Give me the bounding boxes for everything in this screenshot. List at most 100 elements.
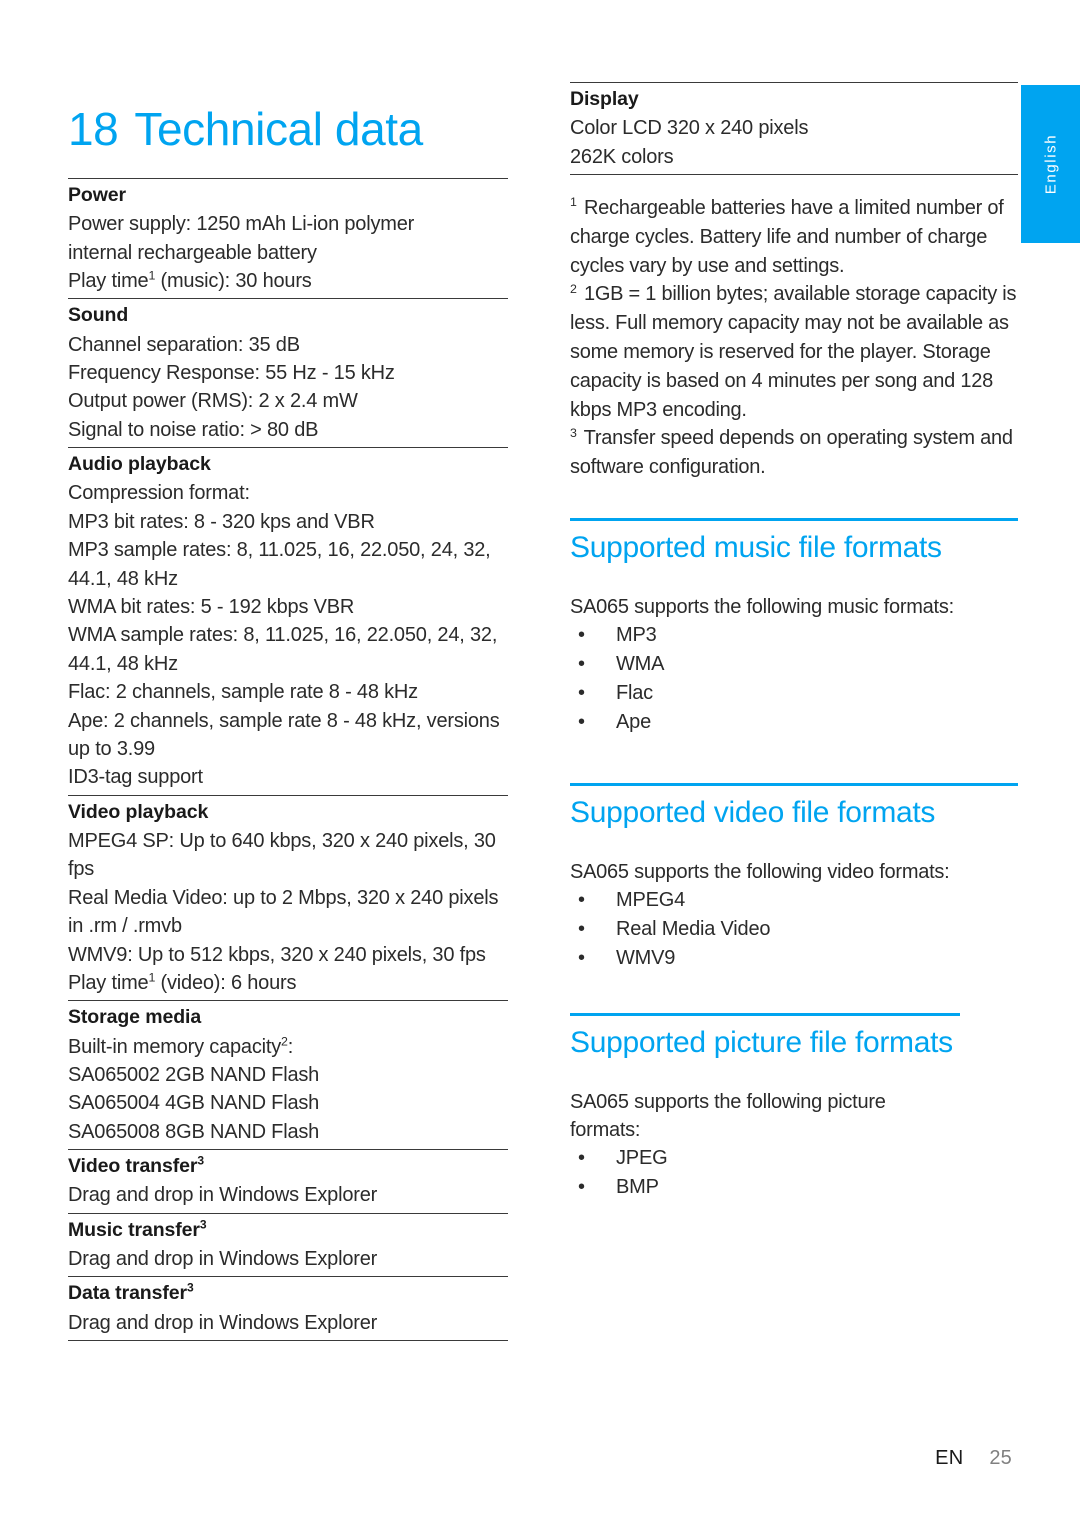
spec-block-video-playback: Video playback MPEG4 SP: Up to 640 kbps, … [68, 794, 508, 1001]
bullet-icon: • [578, 682, 585, 704]
list-item: • WMA [570, 650, 1018, 679]
format-list: • JPEG • BMP [570, 1144, 960, 1202]
section-title: Supported video file formats [570, 796, 936, 829]
language-side-tab: English [1021, 85, 1080, 243]
footnotes-list: 1 Rechargeable batteries have a limited … [570, 194, 1018, 482]
section-intro: SA065 supports the following picture for… [570, 1091, 886, 1141]
list-item-label: MP3 [616, 624, 657, 646]
list-item-label: WMA [616, 653, 665, 675]
display-spec-table: Display Color LCD 320 x 240 pixels 262K co… [570, 82, 1018, 176]
spec-line: Compression format: [68, 482, 250, 505]
spec-block-power: Power Power supply: 1250 mAh Li-ion polym… [68, 178, 508, 298]
list-item: • Ape [570, 708, 1018, 737]
spec-block-video-transfer: Video transfer3 Drag and drop in Windows … [68, 1149, 508, 1213]
bullet-icon: • [578, 624, 585, 646]
section-title: Supported music file formats [570, 531, 942, 564]
spec-line: Flac: 2 channels, sample rate 8 - 48 kHz [68, 681, 418, 704]
spec-heading: Display [570, 88, 639, 110]
language-side-tab-label: English [1042, 133, 1059, 195]
footnote-text: 1GB = 1 billion bytes; available storage… [570, 283, 1017, 421]
section-intro: SA065 supports the following video forma… [570, 861, 950, 883]
list-item-label: Ape [616, 711, 651, 733]
footnote-marker: 2 [570, 281, 577, 296]
spec-heading: Audio playback [68, 453, 211, 476]
spec-line: Play time1 (music): 30 hours [68, 268, 312, 293]
spec-heading: Video playback [68, 800, 209, 823]
spec-line: Play time1 (video): 6 hours [68, 970, 297, 994]
spec-heading: Video transfer3 [68, 1153, 204, 1178]
spec-line: Frequency Response: 55 Hz - 15 kHz [68, 362, 395, 385]
spec-block-sound: Sound Channel separation: 35 dB Frequency … [68, 298, 508, 447]
spec-heading: Storage media [68, 1006, 202, 1029]
spec-line: ID3-tag support [68, 766, 203, 789]
spec-block-audio-playback: Audio playback Compression format: MP3 bit… [68, 447, 508, 795]
list-item: • JPEG [570, 1144, 960, 1173]
list-item: • MP3 [570, 621, 1018, 650]
page-title: 18 Technical data [68, 105, 423, 153]
section-supported-music-formats: Supported music file formats SA065 suppor… [570, 518, 1018, 737]
spec-line: Built-in memory capacity2: [68, 1033, 294, 1058]
section-title: Supported picture file formats [570, 1026, 953, 1059]
spec-line: Color LCD 320 x 240 pixels [570, 117, 809, 140]
section-intro: SA065 supports the following music forma… [570, 596, 954, 618]
footnote-2: 2 1GB = 1 billion bytes; available stora… [570, 280, 1018, 424]
list-item-label: BMP [616, 1176, 659, 1198]
spec-line: Output power (RMS): 2 x 2.4 mW [68, 390, 358, 413]
bullet-icon: • [578, 711, 585, 733]
spec-heading: Sound [68, 304, 129, 327]
spec-block-storage-media: Storage media Built-in memory capacity2: S… [68, 1000, 508, 1149]
list-item: • MPEG4 [570, 886, 1018, 915]
list-item-label: Flac [616, 682, 653, 704]
footnote-marker: 3 [570, 425, 577, 440]
footnote-marker: 1 [570, 195, 577, 210]
list-item-label: JPEG [616, 1147, 668, 1169]
format-list: • MPEG4 • Real Media Video • WMV9 [570, 886, 1018, 973]
list-item: • WMV9 [570, 944, 1018, 973]
page-footer: EN 25 [0, 1447, 1012, 1470]
footer-page-number: 25 [989, 1447, 1012, 1469]
footnote-3: 3 Transfer speed depends on operating sy… [570, 424, 1018, 482]
list-item: • Flac [570, 679, 1018, 708]
section-supported-picture-formats: Supported picture file formats SA065 supp… [570, 1013, 960, 1202]
bullet-icon: • [578, 918, 585, 940]
bullet-icon: • [578, 889, 585, 911]
section-rule [570, 783, 1018, 786]
spec-block-display: Display Color LCD 320 x 240 pixels 262K co… [570, 82, 1018, 176]
section-rule [570, 1013, 960, 1016]
footnote-text: Rechargeable batteries have a limited nu… [570, 197, 1004, 277]
spec-line: SA065002 2GB NAND Flash [68, 1064, 320, 1087]
technical-spec-table: Power Power supply: 1250 mAh Li-ion polym… [68, 178, 508, 1342]
list-item: • Real Media Video [570, 915, 1018, 944]
footnote-text: Transfer speed depends on operating syst… [570, 427, 1013, 479]
spec-line: SA065004 4GB NAND Flash [68, 1092, 320, 1115]
list-item-label: Real Media Video [616, 918, 771, 940]
chapter-number: 18 [68, 102, 119, 155]
bullet-icon: • [578, 1176, 585, 1198]
spec-line: 262K colors [570, 145, 674, 168]
spec-line: MPEG4 SP: Up to 640 kbps, 320 x 240 pixe… [68, 830, 496, 881]
footnote-1: 1 Rechargeable batteries have a limited … [570, 194, 1018, 280]
spec-line: WMA sample rates: 8, 11.025, 16, 22.050,… [68, 624, 498, 675]
spec-line: WMV9: Up to 512 kbps, 320 x 240 pixels, … [68, 943, 486, 966]
spec-line: Power supply: 1250 mAh Li-ion polymer [68, 213, 415, 236]
spec-heading: Data transfer3 [68, 1280, 194, 1305]
spec-line: WMA bit rates: 5 - 192 kbps VBR [68, 596, 355, 619]
list-item: • BMP [570, 1173, 960, 1202]
spec-block-data-transfer: Data transfer3 Drag and drop in Windows E… [68, 1276, 508, 1342]
spec-line: Signal to noise ratio: > 80 dB [68, 418, 319, 441]
chapter-title-text: Technical data [134, 102, 423, 155]
spec-heading: Power [68, 184, 127, 206]
manual-page: English 18 Technical data Power Power supp… [0, 0, 1080, 1527]
spec-line: MP3 bit rates: 8 - 320 kps and VBR [68, 510, 375, 533]
spec-line: Drag and drop in Windows Explorer [68, 1248, 378, 1271]
spec-line: Channel separation: 35 dB [68, 333, 300, 356]
spec-block-music-transfer: Music transfer3 Drag and drop in Windows … [68, 1212, 508, 1277]
spec-line: Drag and drop in Windows Explorer [68, 1311, 378, 1334]
spec-line: Real Media Video: up to 2 Mbps, 320 x 24… [68, 886, 499, 938]
list-item-label: WMV9 [616, 947, 676, 969]
spec-line: Ape: 2 channels, sample rate 8 - 48 kHz,… [68, 709, 500, 760]
spec-line: Drag and drop in Windows Explorer [68, 1184, 378, 1207]
format-list: • MP3 • WMA • Flac • Ape [570, 621, 1018, 737]
section-supported-video-formats: Supported video file formats SA065 suppor… [570, 783, 1018, 973]
bullet-icon: • [578, 1147, 585, 1169]
